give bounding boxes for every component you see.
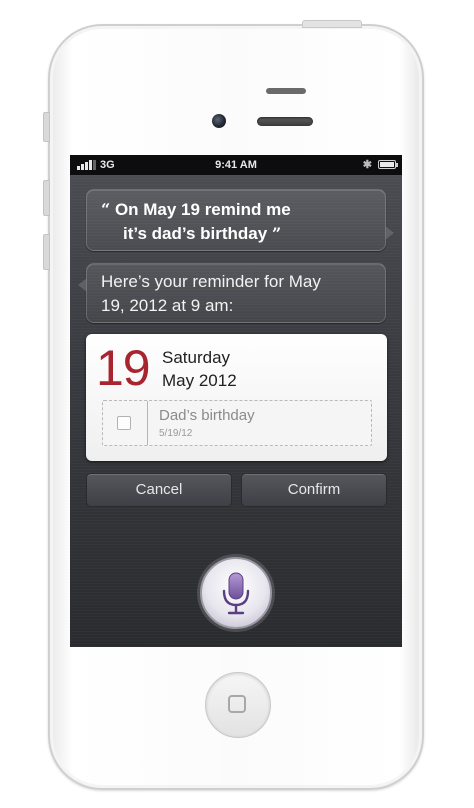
home-button-icon [228,695,246,713]
user-text-1: On May 19 remind me [114,200,291,219]
user-text-2: it’s dad’s birthday [123,224,268,243]
confirm-button[interactable]: Confirm [241,473,387,507]
siri-mic-button[interactable] [200,557,272,629]
reminder-item-title: Dad’s birthday [159,407,255,424]
reminder-item-date: 5/19/12 [159,428,193,439]
screen: 3G 9:41 AM ✱ “ On May 19 remind me it’s … [70,155,402,647]
cancel-button[interactable]: Cancel [86,473,232,507]
earpiece-speaker [257,117,313,126]
reminder-card[interactable]: 19 Saturday May 2012 Dad’s birthday 5/19… [86,334,387,461]
home-button[interactable] [205,672,271,738]
siri-response-line-1: Here’s your reminder for May [101,272,321,291]
open-quote: “ [101,200,111,219]
bluetooth-icon: ✱ [362,159,372,171]
reminder-item[interactable]: Dad’s birthday 5/19/12 [102,400,372,446]
siri-response-bubble: Here’s your reminder for May 19, 2012 at… [78,263,386,323]
reminder-checkbox[interactable] [117,416,131,430]
user-line-1: “ On May 19 remind me [101,198,371,222]
user-speech-bubble[interactable]: “ On May 19 remind me it’s dad’s birthda… [86,189,394,251]
close-quote: ” [271,224,282,243]
volume-up-button[interactable] [43,180,50,216]
status-bar: 3G 9:41 AM ✱ [70,155,402,175]
front-camera [212,114,226,128]
reminder-month-year: May 2012 [162,371,237,390]
microphone-icon [222,572,250,615]
status-time: 9:41 AM [215,159,257,171]
mute-switch[interactable] [43,112,50,142]
reminder-day-number: 19 [96,340,151,396]
user-line-2: it’s dad’s birthday ” [101,222,371,246]
sensor-slot [266,88,306,94]
reminder-margin-line [147,401,148,445]
battery-icon [378,160,398,169]
reminder-weekday: Saturday [162,348,231,367]
sleep-wake-button[interactable] [302,20,362,28]
siri-response-line-2: 19, 2012 at 9 am: [101,296,234,315]
volume-down-button[interactable] [43,234,50,270]
